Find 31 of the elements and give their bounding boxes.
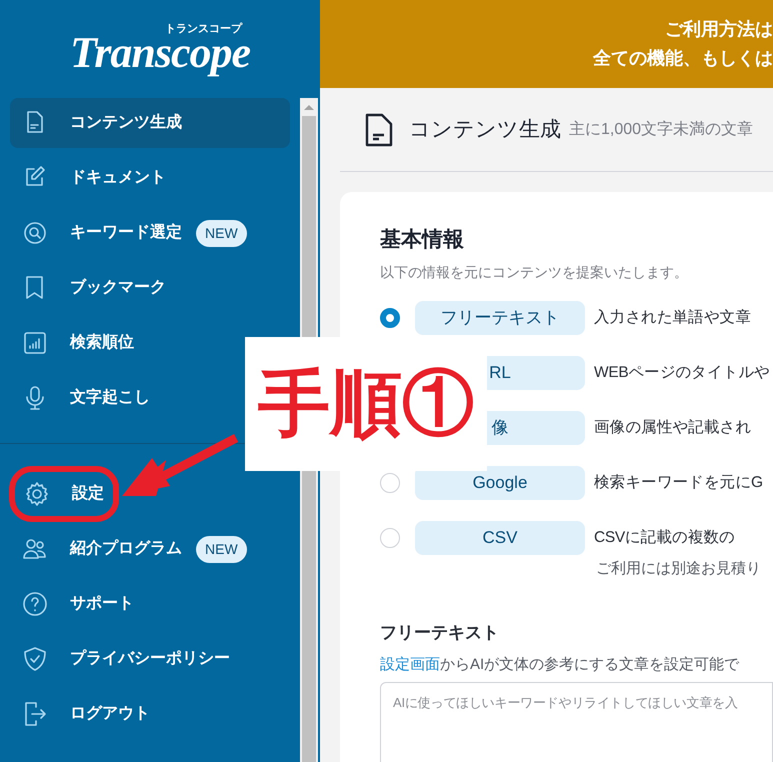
sidebar-label: キーワード選定: [70, 222, 182, 243]
sidebar-label: プライバシーポリシー: [70, 648, 230, 669]
banner-text: 全ての機能、もしくは: [593, 47, 773, 70]
new-badge: NEW: [196, 220, 247, 246]
option-description: 画像の属性や記載され: [594, 418, 752, 438]
option-note: ご利用には別途お見積り: [596, 558, 762, 578]
sidebar-label: 紹介プログラム: [70, 538, 182, 559]
page-title: コンテンツ生成: [409, 116, 561, 143]
step-tooltip: 手順①: [245, 337, 487, 471]
new-badge: NEW: [196, 536, 247, 562]
option-description: WEBページのタイトルや: [594, 362, 770, 383]
field-label: フリーテキスト: [380, 622, 500, 644]
option-description: 入力された単語や文章: [594, 308, 752, 328]
sidebar-label: 検索順位: [70, 332, 134, 353]
option-description: 検索キーワードを元にG: [594, 472, 763, 493]
sidebar-label: サポート: [70, 594, 134, 614]
page-subtitle: 主に1,000文字未満の文章: [569, 120, 754, 140]
source-label: フリーテキスト: [415, 300, 585, 334]
option-description: CSVに記載の複数の: [594, 528, 735, 548]
sidebar-label: コンテンツ生成: [70, 112, 182, 133]
sidebar-label: ドキュメント: [70, 168, 166, 188]
help-text: 設定画面からAIが文体の参考にする文章を設定可能で: [380, 654, 740, 674]
banner-text: ご利用方法は: [665, 18, 773, 41]
source-label: CSV: [415, 520, 585, 554]
sidebar-label: 設定: [72, 483, 104, 504]
sidebar-label: 文字起こし: [70, 387, 150, 408]
section-title: 基本情報: [380, 227, 465, 253]
sidebar-label: ブックマーク: [70, 277, 166, 298]
sidebar-label: ログアウト: [70, 704, 150, 724]
section-subtitle: 以下の情報を元にコンテンツを提案いたします。: [380, 262, 689, 282]
source-label: Google: [415, 466, 585, 500]
